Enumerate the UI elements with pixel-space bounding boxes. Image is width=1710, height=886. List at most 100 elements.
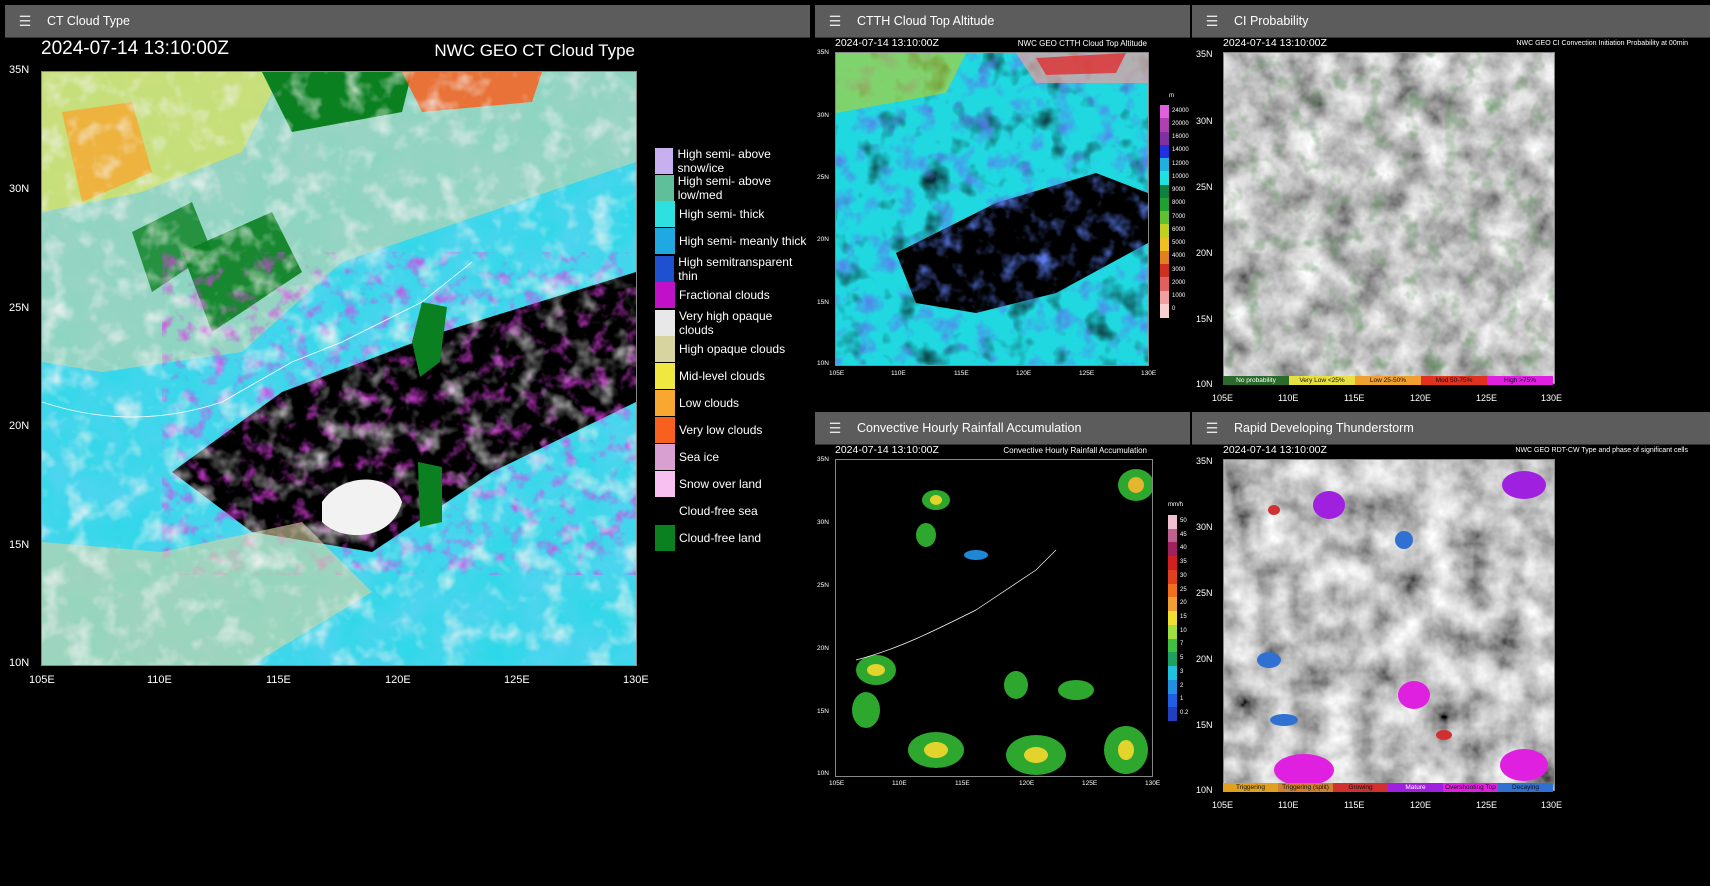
legend-swatch: [655, 363, 675, 389]
lon-tick: 110E: [892, 780, 907, 787]
colorbar-cell: [1160, 211, 1169, 225]
legend-label: High semi- above snow/ice: [677, 147, 771, 175]
lat-tick: 30N: [1196, 522, 1213, 532]
crr-map-image[interactable]: [835, 459, 1153, 777]
colorbar-cell: [1160, 264, 1169, 278]
colorbar-label: 15: [1180, 614, 1187, 620]
colorbar-cell: [1168, 707, 1177, 722]
ctth-map-image[interactable]: [835, 52, 1149, 366]
colorbar-label: 25: [1180, 586, 1187, 593]
colorbar-label: 35: [1180, 559, 1187, 566]
colorbar-label: 1: [1180, 696, 1184, 703]
lat-tick: 35N: [9, 64, 30, 76]
colorbar-label: 3000: [1172, 266, 1186, 273]
lon-tick: 130E: [1145, 780, 1161, 787]
lat-tick: 10N: [817, 770, 829, 777]
colorbar-label: 7000: [1172, 213, 1186, 220]
ctth-colorbar-unit: m: [1169, 93, 1174, 99]
colorbar-label: 5000: [1172, 240, 1186, 247]
timestamp: 2024-07-14 13:10:00Z: [835, 37, 939, 49]
legend-label: Cloud-free sea: [679, 504, 758, 518]
timestamp: 2024-07-14 13:10:00Z: [1223, 37, 1327, 49]
lat-tick: 25N: [9, 302, 30, 314]
colorbar-cell: [1168, 638, 1177, 653]
panel-header: ☰ Convective Hourly Rainfall Accumulatio…: [815, 412, 1190, 445]
lon-tick: 120E: [1410, 393, 1432, 403]
legend-item: Fractional clouds: [655, 282, 770, 308]
lat-tick: 25N: [1196, 588, 1213, 598]
colorbar-label: 24000: [1172, 107, 1189, 114]
colorbar-label: 30: [1180, 572, 1187, 579]
colorbar-cell: [1160, 303, 1169, 318]
lat-tick: 15N: [1196, 314, 1213, 324]
lon-tick: 110E: [1278, 800, 1299, 810]
crr-colorbar-unit: mm/h: [1168, 502, 1183, 508]
legend-label: Sea ice: [679, 450, 720, 464]
lat-tick: 30N: [817, 112, 829, 119]
legend-item: Low clouds: [655, 390, 739, 416]
panel-rdt: ☰ Rapid Developing Thunderstorm 2024-07-…: [1192, 412, 1710, 886]
product-subtitle: NWC GEO CI Convection Initiation Probabi…: [1516, 40, 1688, 47]
legend-item: Very high opaque clouds: [655, 309, 810, 337]
legend-swatch: [655, 444, 675, 470]
colorbar-cell: [1168, 652, 1177, 667]
lat-tick: 30N: [9, 183, 30, 195]
hamburger-menu-icon[interactable]: ☰: [827, 421, 843, 435]
rdt-legend-decaying: Decaying: [1498, 783, 1553, 792]
lon-tick: 110E: [147, 674, 172, 686]
lon-tick: 110E: [1278, 393, 1299, 403]
lat-tick: 35N: [817, 456, 829, 463]
colorbar-cell: [1168, 583, 1177, 598]
colorbar-label: 7: [1180, 641, 1184, 648]
hamburger-menu-icon[interactable]: ☰: [17, 14, 33, 28]
rdt-map-image[interactable]: [1223, 459, 1555, 791]
product-subtitle: NWC GEO RDT-CW Type and phase of signifi…: [1515, 447, 1688, 454]
lon-tick: 115E: [1344, 800, 1365, 810]
lon-tick: 105E: [1212, 800, 1234, 810]
panel-header: ☰ Rapid Developing Thunderstorm: [1192, 412, 1710, 445]
ci-legend-mod: Mod 50-75%: [1421, 376, 1487, 385]
legend-label: High opaque clouds: [679, 342, 786, 356]
ci-map-image[interactable]: [1223, 52, 1555, 384]
colorbar-cell: [1160, 184, 1169, 199]
colorbar-cell: [1160, 158, 1169, 172]
legend-item: Very low clouds: [655, 417, 762, 443]
ci-satellite-imagery: [1224, 53, 1554, 383]
product-subtitle: NWC GEO CTTH Cloud Top Altitude: [1017, 39, 1147, 48]
colorbar-cell: [1160, 224, 1169, 238]
panel-ct-cloud-type: ☰ CT Cloud Type 2024-07-14 13:10:00Z NWC…: [5, 5, 810, 886]
legend-label: Low clouds: [679, 396, 740, 410]
hamburger-menu-icon[interactable]: ☰: [1204, 421, 1220, 435]
lat-tick: 35N: [1196, 49, 1213, 59]
hamburger-menu-icon[interactable]: ☰: [827, 14, 843, 28]
ctth-satellite-imagery: [836, 53, 1148, 365]
hamburger-menu-icon[interactable]: ☰: [1204, 14, 1220, 28]
colorbar-cell: [1160, 290, 1169, 305]
lat-tick: 20N: [1196, 654, 1213, 664]
lon-tick: 125E: [1079, 370, 1095, 377]
legend-item: Mid-level clouds: [655, 363, 765, 389]
legend-item: Sea ice: [655, 444, 719, 470]
legend-swatch: [655, 417, 675, 443]
colorbar-cell: [1160, 144, 1169, 159]
lon-tick: 105E: [829, 370, 845, 377]
panel-header: ☰ CT Cloud Type: [5, 5, 810, 38]
lon-tick: 130E: [623, 674, 649, 686]
ct-satellite-imagery: [42, 72, 636, 665]
lon-tick: 125E: [504, 674, 530, 686]
lat-tick: 15N: [1196, 720, 1213, 730]
lat-tick: 20N: [817, 645, 829, 652]
colorbar-cell: [1160, 105, 1169, 119]
panel-ctth: ☰ CTTH Cloud Top Altitude 2024-07-14 13:…: [815, 5, 1190, 405]
legend-swatch: [655, 525, 675, 551]
timestamp: 2024-07-14 13:10:00Z: [1223, 444, 1327, 456]
legend-label: Snow over land: [679, 477, 762, 491]
colorbar-cell: [1160, 171, 1169, 185]
ct-map-image[interactable]: [41, 71, 637, 666]
lon-tick: 115E: [954, 370, 969, 377]
colorbar-cell: [1168, 693, 1177, 708]
colorbar-label: 10: [1180, 627, 1187, 634]
legend-label: Mid-level clouds: [679, 369, 766, 383]
lon-tick: 115E: [955, 780, 970, 787]
product-subtitle: NWC GEO CT Cloud Type: [434, 41, 635, 60]
